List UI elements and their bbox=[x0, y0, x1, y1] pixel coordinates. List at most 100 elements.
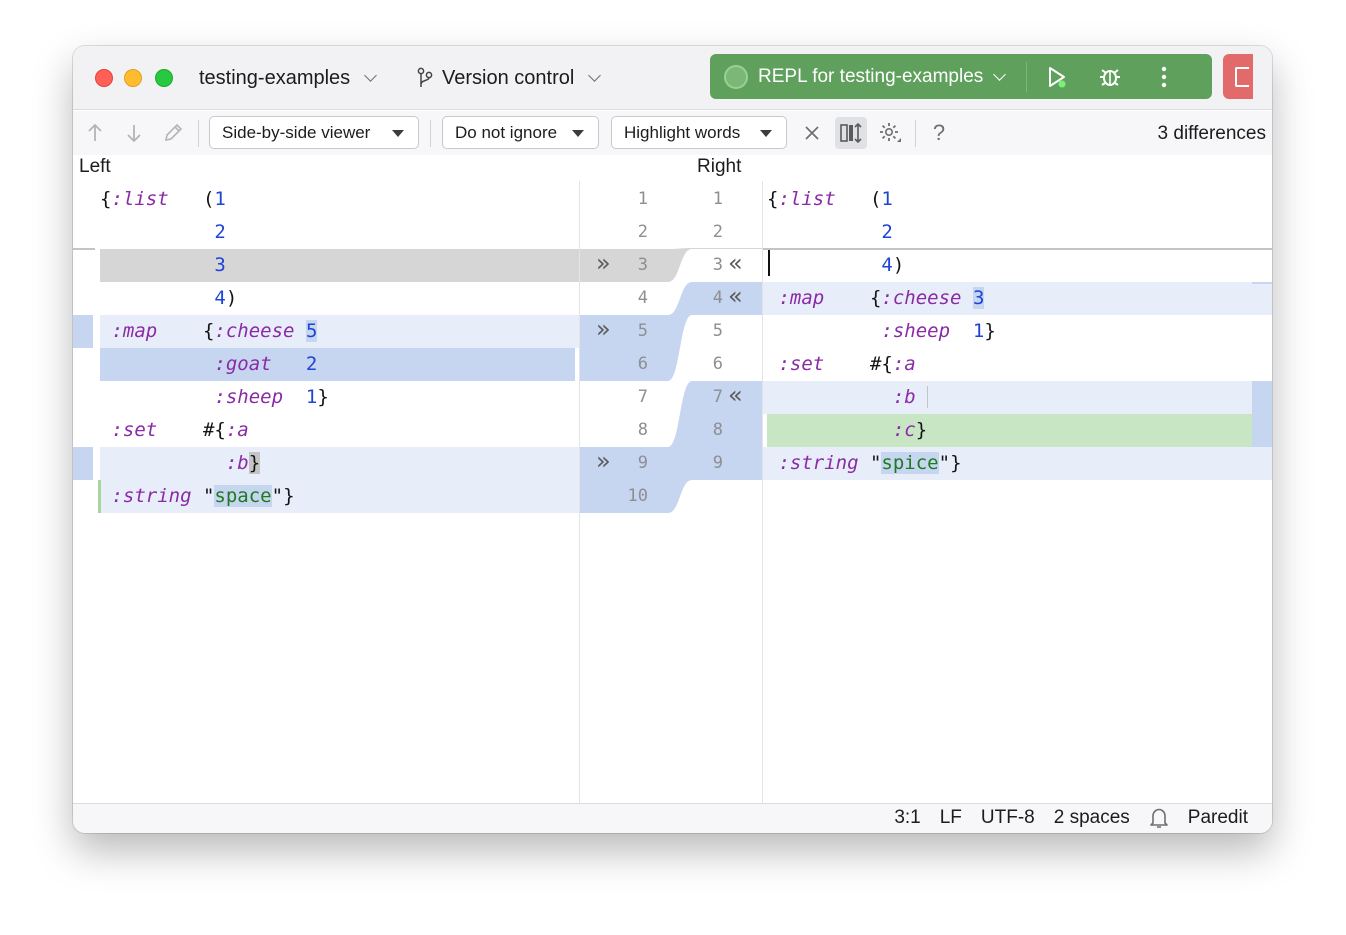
left-line-number: 7 bbox=[637, 387, 648, 407]
diff-gutter: 1 2 3 4 5 6 7 8 9 10 1 2 3 4 5 6 7 8 9 »… bbox=[580, 181, 762, 803]
left-line-number: 4 bbox=[637, 288, 648, 308]
right-line-number: 1 bbox=[712, 189, 723, 209]
code-line: :map {:cheese 5 bbox=[111, 320, 318, 342]
arrow-up-icon bbox=[88, 123, 102, 141]
code-line: {:list (1 bbox=[100, 188, 226, 210]
ignore-policy-dropdown[interactable]: Do not ignore bbox=[442, 116, 599, 149]
right-line-number: 3 bbox=[712, 255, 723, 275]
dropdown-caret-icon bbox=[392, 130, 404, 137]
paredit-mode[interactable]: Paredit bbox=[1188, 807, 1248, 829]
apply-right-change-button[interactable]: « bbox=[728, 379, 743, 412]
code-line: :sheep 1} bbox=[214, 386, 329, 408]
change-marker bbox=[73, 447, 93, 480]
left-line-number: 10 bbox=[627, 486, 648, 506]
ignore-policy-value: Do not ignore bbox=[455, 122, 558, 142]
sync-scroll-icon bbox=[840, 122, 862, 144]
code-line: 4) bbox=[214, 287, 238, 309]
code-line: 2 bbox=[881, 221, 893, 243]
left-line-number: 8 bbox=[637, 420, 648, 440]
right-line-number: 2 bbox=[712, 222, 723, 242]
code-line: 2 bbox=[214, 221, 226, 243]
apply-left-change-button[interactable]: » bbox=[596, 313, 611, 346]
stop-button[interactable] bbox=[1223, 54, 1253, 99]
settings-button[interactable] bbox=[878, 121, 902, 145]
right-line-number: 4 bbox=[712, 288, 723, 308]
code-line: :map {:cheese 3 bbox=[778, 287, 985, 309]
cursor-position[interactable]: 3:1 bbox=[894, 807, 920, 829]
code-line: {:list (1 bbox=[767, 188, 893, 210]
left-line-number: 3 bbox=[637, 255, 648, 275]
edit-source-button[interactable] bbox=[161, 121, 185, 145]
highlight-policy-value: Highlight words bbox=[624, 122, 741, 142]
vcs-widget[interactable]: Version control bbox=[416, 64, 602, 92]
code-line: :string "spice"} bbox=[778, 452, 962, 474]
left-line-number: 6 bbox=[637, 354, 648, 374]
bell-icon[interactable] bbox=[1149, 807, 1169, 829]
left-line-number: 9 bbox=[637, 453, 648, 473]
code-line: :b bbox=[767, 381, 929, 414]
code-line: :string "space"} bbox=[111, 485, 295, 507]
code-line: 3 bbox=[214, 254, 226, 276]
chevron-down-icon bbox=[993, 67, 1007, 81]
highlight-policy-dropdown[interactable]: Highlight words bbox=[611, 116, 787, 149]
run-button[interactable] bbox=[1029, 54, 1083, 99]
project-selector[interactable]: testing-examples bbox=[199, 64, 378, 92]
left-editor[interactable]: {:list (1 2 3 4) :map {:cheese 5 :goat 2… bbox=[73, 181, 579, 803]
close-window-button[interactable] bbox=[95, 69, 113, 87]
sync-scroll-toggle[interactable] bbox=[835, 117, 867, 149]
viewer-mode-dropdown[interactable]: Side-by-side viewer bbox=[209, 116, 419, 149]
chevron-down-icon bbox=[588, 69, 602, 82]
left-line-number: 1 bbox=[637, 189, 648, 209]
text-cursor bbox=[768, 250, 770, 276]
play-icon bbox=[1049, 66, 1066, 87]
help-button[interactable]: ? bbox=[927, 120, 951, 145]
run-widget-separator bbox=[1026, 61, 1028, 92]
dropdown-caret-icon bbox=[760, 130, 772, 137]
left-line-number: 2 bbox=[637, 222, 648, 242]
apply-left-change-button[interactable]: » bbox=[596, 445, 611, 478]
run-configuration-widget: REPL for testing-examples bbox=[710, 54, 1212, 99]
next-difference-button[interactable] bbox=[122, 121, 146, 145]
toolbar-separator bbox=[430, 120, 431, 147]
file-encoding[interactable]: UTF-8 bbox=[981, 807, 1035, 829]
more-icon bbox=[1162, 66, 1167, 87]
status-bar: 3:1 LF UTF-8 2 spaces Paredit bbox=[73, 803, 1272, 833]
right-line-number: 5 bbox=[712, 321, 723, 341]
vcs-label: Version control bbox=[442, 66, 575, 89]
zoom-window-button[interactable] bbox=[155, 69, 173, 87]
right-line-number: 8 bbox=[712, 420, 723, 440]
deletion-divider bbox=[73, 248, 95, 250]
right-editor[interactable]: {:list (1 2 4) :map {:cheese 3 :sheep 1}… bbox=[763, 181, 1272, 803]
differences-count: 3 differences bbox=[1157, 123, 1266, 144]
more-actions-button[interactable] bbox=[1137, 54, 1191, 99]
apply-right-change-button[interactable]: « bbox=[728, 280, 743, 313]
code-line: :goat 2 bbox=[214, 353, 318, 375]
debug-icon bbox=[1100, 68, 1121, 86]
code-line: :set #{:a bbox=[778, 353, 916, 375]
change-marker bbox=[73, 315, 93, 348]
repl-logo-icon bbox=[724, 64, 748, 89]
viewer-mode-value: Side-by-side viewer bbox=[222, 122, 371, 142]
previous-difference-button[interactable] bbox=[83, 121, 107, 145]
arrow-down-icon bbox=[127, 125, 141, 143]
right-line-number: 9 bbox=[712, 453, 723, 473]
right-pane-title: Right bbox=[697, 156, 742, 180]
diff-window: testing-examples Version control REPL fo… bbox=[73, 46, 1272, 833]
close-diff-button[interactable] bbox=[800, 121, 824, 145]
run-config-selector[interactable]: REPL for testing-examples bbox=[758, 66, 983, 88]
debug-button[interactable] bbox=[1083, 54, 1137, 99]
close-icon bbox=[805, 126, 819, 140]
code-line: :sheep 1} bbox=[881, 320, 996, 342]
code-line: :set #{:a bbox=[111, 419, 249, 441]
indent-setting[interactable]: 2 spaces bbox=[1054, 807, 1130, 829]
right-line-number: 7 bbox=[712, 387, 723, 407]
line-separator[interactable]: LF bbox=[940, 807, 962, 829]
minimize-window-button[interactable] bbox=[124, 69, 142, 87]
apply-left-change-button[interactable]: » bbox=[596, 247, 611, 280]
code-line: :c} bbox=[892, 419, 928, 441]
stop-icon bbox=[1235, 67, 1249, 87]
apply-right-change-button[interactable]: « bbox=[728, 247, 743, 280]
left-line-number: 5 bbox=[637, 321, 648, 341]
change-marker bbox=[1252, 381, 1272, 447]
pencil-icon bbox=[164, 123, 183, 142]
